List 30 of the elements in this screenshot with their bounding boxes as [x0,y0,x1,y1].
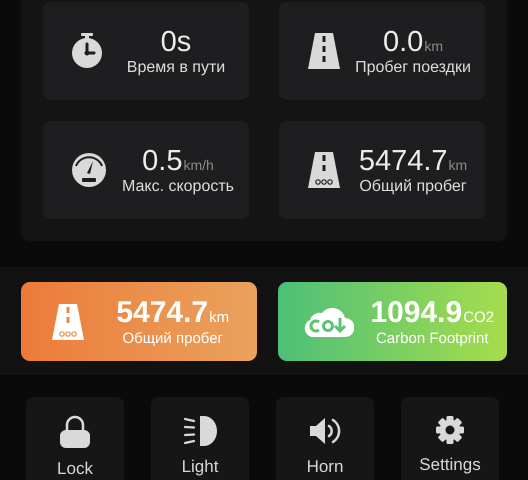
stat-label: Время в пути [126,59,226,77]
horn-button[interactable]: Horn [276,397,374,480]
highlight-value: 5474.7 [116,296,208,330]
settings-icon [435,415,465,445]
highlight-value: 1094.9 [370,296,462,330]
stopwatch-icon [71,33,103,69]
stat-label: Пробег поездки [355,59,471,77]
speedometer-icon [71,152,107,188]
lock-icon [59,415,91,449]
light-button[interactable]: Light [151,397,249,480]
odometer-road-icon [51,304,85,340]
stat-label: Общий пробег [359,178,467,196]
unit-label: CO2 [463,309,494,326]
road-icon [307,33,341,69]
unit-label: km [424,38,443,54]
unit-label: km/h [183,157,214,173]
stat-value: 0s [160,25,192,59]
stat-label: Макс. скорость [122,178,234,196]
speaker-icon [308,415,342,447]
stat-value: 0.5 [142,144,182,178]
stat-value: 5474.7 [358,144,448,178]
odometer-road-icon [307,152,341,188]
unit-label: km [448,157,468,173]
headlight-icon [182,415,218,447]
unit-label: km [209,309,230,326]
highlight-label: Carbon Footprint [376,330,489,347]
highlight-label: Общий пробег [122,330,224,347]
lock-button[interactable]: Lock [26,397,124,480]
stat-value: 0.0 [383,25,424,59]
settings-button[interactable]: Settings [401,397,499,480]
